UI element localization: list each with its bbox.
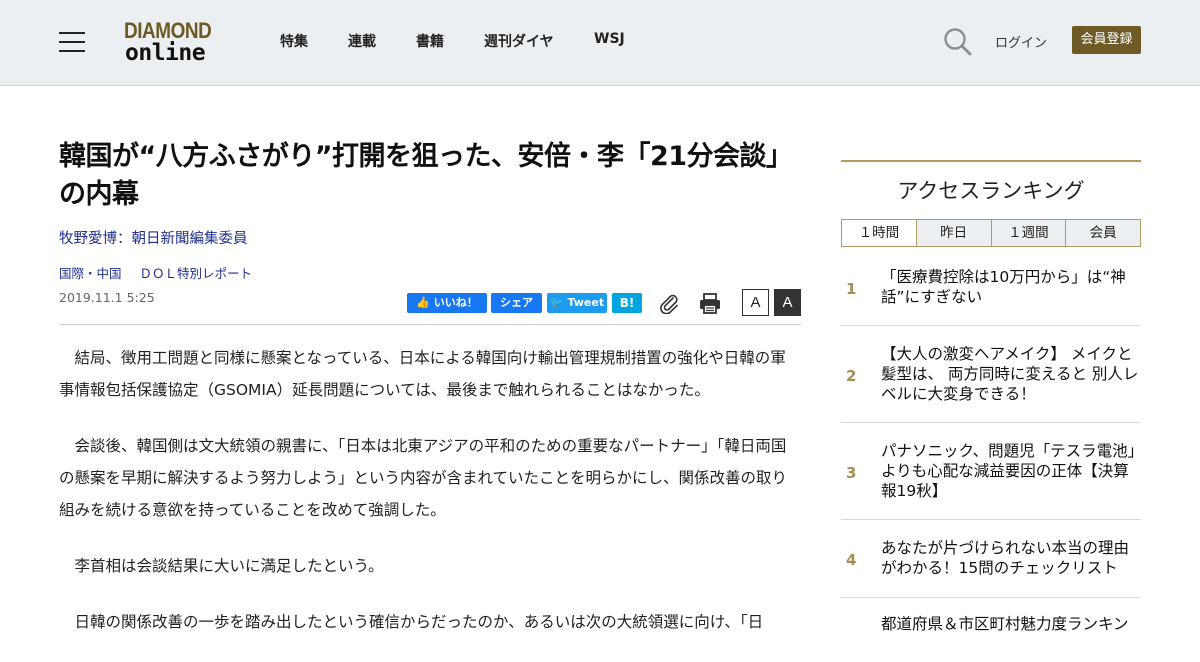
search-icon[interactable]	[942, 26, 974, 58]
tag-dol-special-report[interactable]: ＤＯＬ特別レポート	[140, 266, 253, 281]
twitter-bird-icon: 🐦	[549, 296, 564, 309]
rank-headline: パナソニック、問題児「テスラ電池」よりも心配な減益要因の正体【決算報19秋】	[881, 442, 1136, 500]
thumbs-up-icon: 👍	[416, 296, 430, 309]
nav-item-series[interactable]: 連載	[348, 31, 376, 51]
hatena-bookmark-button[interactable]: B!	[612, 293, 642, 313]
font-size-large-button[interactable]: A	[774, 289, 801, 316]
ranking-item[interactable]: 2 【大人の激変ヘアメイク】 メイクと髪型は、 両方同時に変えると 別人レベルに…	[841, 326, 1141, 423]
nav-item-weekly-diamond[interactable]: 週刊ダイヤ	[484, 31, 554, 51]
article-title: 韓国が“八方ふさがり”打開を狙った、安倍・李「21分会談」の内幕	[59, 141, 793, 210]
divider	[59, 324, 801, 325]
nav-item-books[interactable]: 書籍	[416, 31, 444, 51]
ranking-item[interactable]: 都道府県＆市区町村魅力度ランキン	[841, 598, 1141, 638]
rank-number: 2	[846, 367, 857, 385]
article-paragraph: 日韓の関係改善の一歩を踏み出したという確信からだったのか、あるいは次の大統領選に…	[74, 613, 764, 631]
tab-1week[interactable]: １週間	[990, 220, 1066, 246]
rank-number: 1	[846, 280, 857, 298]
article-body: 結局、徴用工問題と同様に懸案となっている、日本による韓国向け輸出管理規制措置の強…	[59, 342, 801, 662]
logo-line2: online	[125, 40, 206, 66]
tab-members[interactable]: 会員	[1065, 220, 1140, 246]
ranking-item[interactable]: 3 パナソニック、問題児「テスラ電池」よりも心配な減益要因の正体【決算報19秋】	[841, 423, 1141, 520]
ranking-tabs: １時間 昨日 １週間 会員	[841, 219, 1141, 247]
logo-line1: DIAMOND	[124, 18, 212, 43]
nav-item-wsj[interactable]: WSJ	[594, 31, 625, 47]
article-paragraph: 結局、徴用工問題と同様に懸案となっている、日本による韓国向け輸出管理規制措置の強…	[59, 349, 786, 399]
rank-number: 4	[846, 551, 857, 569]
font-size-small-button[interactable]: A	[742, 289, 769, 316]
tweet-button[interactable]: 🐦 Tweet	[547, 293, 607, 313]
article-author[interactable]: 牧野愛博：朝日新聞編集委員	[59, 227, 248, 248]
ranking-item[interactable]: 4 あなたが片づけられない本当の理由がわかる！15問のチェックリスト	[841, 520, 1141, 598]
login-link[interactable]: ログイン	[995, 32, 1047, 51]
facebook-share-button[interactable]: シェア	[491, 293, 542, 313]
publish-date: 2019.11.1 5:25	[59, 290, 155, 305]
logo[interactable]: DIAMOND online	[124, 20, 228, 66]
article-paragraph: 李首相は会談結果に大いに満足したという。	[74, 557, 384, 575]
tab-yesterday[interactable]: 昨日	[915, 220, 991, 246]
article-tags: 国際・中国 ＤＯＬ特別レポート	[59, 263, 266, 282]
rank-headline: あなたが片づけられない本当の理由がわかる！15問のチェックリスト	[881, 539, 1130, 577]
register-button[interactable]: 会員登録	[1072, 26, 1141, 54]
tab-1hour[interactable]: １時間	[842, 220, 916, 246]
rank-headline: 【大人の激変ヘアメイク】 メイクと髪型は、 両方同時に変えると 別人レベルに大変…	[881, 345, 1139, 403]
sidebar-top-rule	[841, 160, 1141, 162]
ranking-title: アクセスランキング	[897, 179, 1085, 203]
tag-international-china[interactable]: 国際・中国	[59, 266, 122, 281]
article-paragraph: 会談後、韓国側は文大統領の親書に、「日本は北東アジアの平和のための重要なパートナ…	[59, 437, 788, 519]
tweet-label: Tweet	[567, 296, 605, 309]
facebook-like-button[interactable]: 👍 いいね！	[407, 293, 487, 313]
site-header: DIAMOND online 特集 連載 書籍 週刊ダイヤ WSJ ログイン 会…	[0, 0, 1200, 86]
nav-item-feature[interactable]: 特集	[280, 31, 308, 51]
menu-icon[interactable]	[59, 32, 85, 52]
rank-headline: 「医療費控除は10万円から」は“神話”にすぎない	[881, 268, 1126, 306]
rank-number: 3	[846, 464, 857, 482]
print-icon[interactable]	[699, 292, 721, 314]
ranking-item[interactable]: 1 「医療費控除は10万円から」は“神話”にすぎない	[841, 258, 1141, 326]
rank-headline: 都道府県＆市区町村魅力度ランキン	[881, 615, 1129, 633]
paperclip-icon[interactable]	[658, 292, 680, 315]
facebook-like-label: いいね！	[433, 296, 478, 309]
